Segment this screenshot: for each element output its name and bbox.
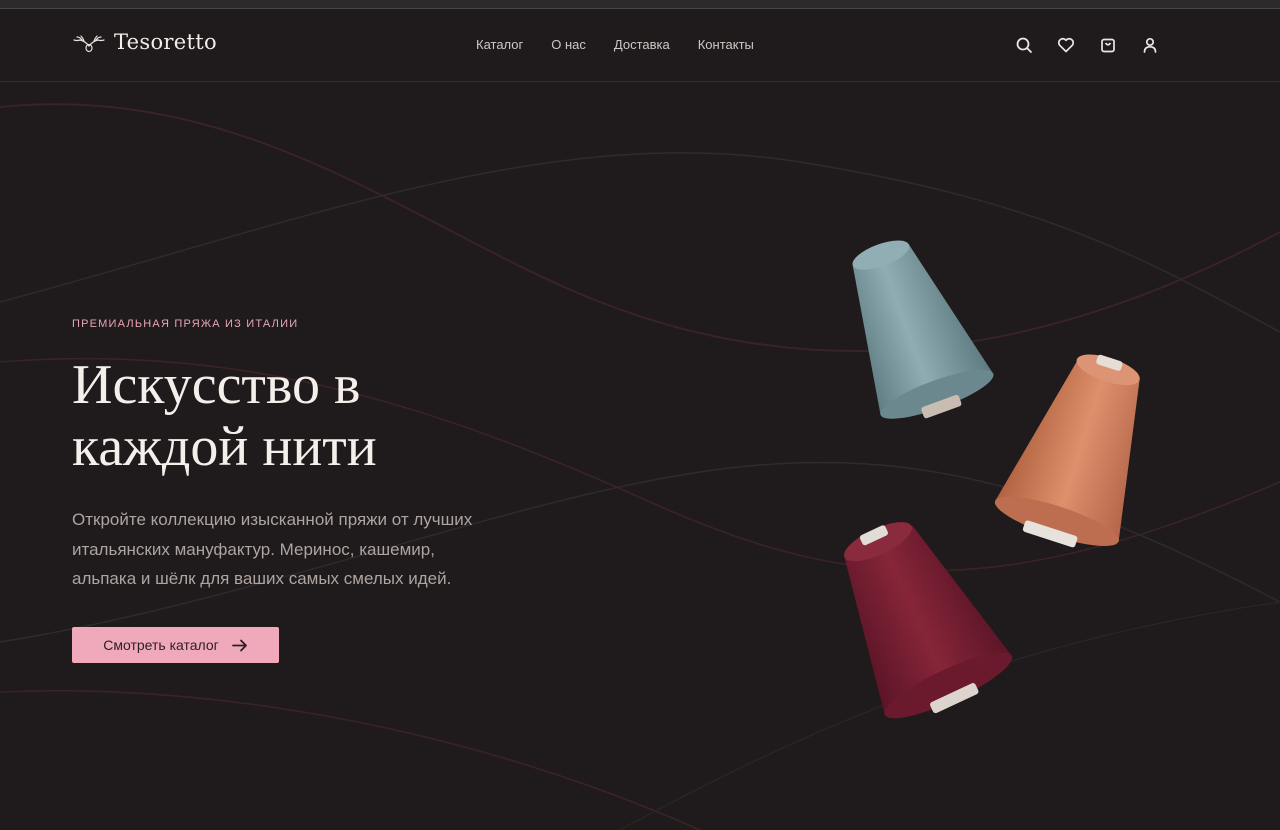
search-icon [1016,37,1032,53]
account-button[interactable] [1140,35,1160,55]
header-actions [1014,35,1160,55]
burgundy-yarn-spool [844,522,1013,719]
wishlist-button[interactable] [1056,35,1076,55]
nav-item-about[interactable]: О нас [551,37,586,52]
heart-icon [1057,37,1075,53]
coral-yarn-spool [994,354,1140,548]
hero-title-line-1: Искусство в [72,354,361,416]
hero-description-line-1: Откройте коллекцию изысканной пряжи от л… [72,510,473,529]
view-catalog-button[interactable]: Смотреть каталог [72,627,279,663]
teal-yarn-spool [852,240,994,419]
hero-title: Искусство в каждой нити [72,354,592,478]
nav-item-contacts[interactable]: Контакты [698,37,754,52]
arrow-right-icon [231,639,247,651]
site-header: Tesoretto Каталог О нас Доставка Контакт… [0,10,1280,82]
hero-description-line-2: итальянских мануфактур. Меринос, кашемир… [72,539,435,559]
yarn-spools-image [844,240,1140,719]
logo[interactable]: Tesoretto [72,30,217,54]
hero-eyebrow: ПРЕМИАЛЬНАЯ ПРЯЖА ИЗ ИТАЛИИ [72,318,299,330]
browser-top-strip [0,0,1280,9]
hero-title-line-2: каждой нити [72,416,377,478]
hero-description: Откройте коллекцию изысканной пряжи от л… [72,505,542,594]
brand-name: Tesoretto [114,30,217,54]
main-nav: Каталог О нас Доставка Контакты [476,37,754,52]
nav-item-catalog[interactable]: Каталог [476,37,523,52]
search-button[interactable] [1014,35,1034,55]
bag-icon [1101,38,1115,53]
nav-item-delivery[interactable]: Доставка [614,37,670,52]
deer-antler-logo-icon [73,35,105,53]
hero-description-line-3: альпака и шёлк для ваших самых смелых ид… [72,569,452,588]
cart-button[interactable] [1098,35,1118,55]
user-icon [1143,37,1157,53]
view-catalog-label: Смотреть каталог [103,637,219,653]
